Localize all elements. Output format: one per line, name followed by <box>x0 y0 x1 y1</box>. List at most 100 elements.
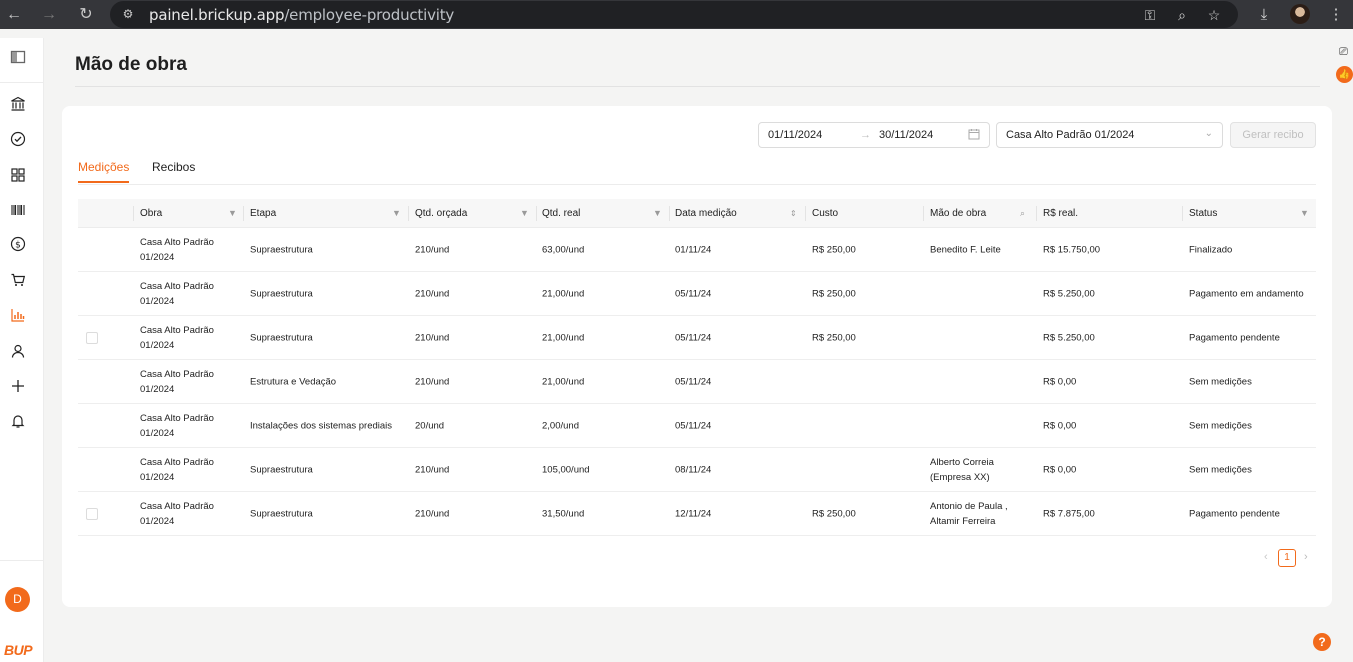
cell-rs-real: R$ 15.750,00 <box>1043 244 1101 255</box>
address-bar[interactable]: ⚙ painel.brickup.app/employee-productivi… <box>110 1 1238 28</box>
row-checkbox[interactable] <box>86 332 98 344</box>
help-icon[interactable]: ? <box>1313 633 1331 651</box>
filter-icon[interactable]: ▼ <box>228 199 238 228</box>
measurements-table: Obra ▼ Etapa ▼ Qtd. orçada ▼ Qtd. real ▼… <box>78 199 1316 536</box>
user-avatar[interactable]: D <box>5 587 30 612</box>
table-header: Obra ▼ Etapa ▼ Qtd. orçada ▼ Qtd. real ▼… <box>78 199 1316 228</box>
pagination: ‹ 1 › <box>1262 549 1322 567</box>
thumbs-up-icon[interactable]: 👍 <box>1336 66 1353 83</box>
reload-icon[interactable]: ↻ <box>75 4 97 26</box>
user-icon[interactable] <box>10 343 26 359</box>
bank-icon[interactable] <box>10 96 26 112</box>
cell-mao-de-obra: Antonio de Paula , Altamir Ferreira <box>930 500 1008 527</box>
date-range-picker[interactable]: 01/11/2024 → 30/11/2024 <box>758 122 990 148</box>
cell-obra: Casa Alto Padrão 01/2024 <box>140 456 214 483</box>
th-etapa[interactable]: Etapa <box>250 199 276 228</box>
filter-icon[interactable]: ▼ <box>392 199 402 228</box>
cell-rs-real: R$ 0,00 <box>1043 464 1077 475</box>
calendar-icon[interactable] <box>968 128 980 140</box>
table-row[interactable]: Casa Alto Padrão 01/2024 Supraestrutura 2… <box>78 316 1316 360</box>
obra-select[interactable]: Casa Alto Padrão 01/2024 ⌄ <box>996 122 1223 148</box>
profile-avatar[interactable] <box>1290 4 1310 24</box>
chevron-left-icon[interactable]: ‹ <box>1264 551 1268 563</box>
back-icon[interactable]: ← <box>3 4 25 26</box>
cell-qtd-orcada: 210/und <box>415 332 450 343</box>
sidebar-divider <box>0 82 44 83</box>
download-icon[interactable]: ⤓ <box>1253 4 1275 26</box>
barcode-icon[interactable] <box>10 202 26 218</box>
cell-data: 05/11/24 <box>675 376 712 387</box>
table-row[interactable]: Casa Alto Padrão 01/2024 Supraestrutura 2… <box>78 448 1316 492</box>
table-row[interactable]: Casa Alto Padrão 01/2024 Supraestrutura 2… <box>78 492 1316 536</box>
check-circle-icon[interactable] <box>10 131 26 147</box>
cell-status: Pagamento pendente <box>1189 508 1280 519</box>
tab-medicoes[interactable]: Medições <box>78 160 130 183</box>
search-icon[interactable]: ⌕ <box>1020 199 1030 228</box>
cell-status: Pagamento em andamento <box>1189 288 1304 299</box>
column-separator <box>1036 206 1037 221</box>
menu-kebab-icon[interactable]: ⋮ <box>1325 4 1347 26</box>
page-button-current[interactable]: 1 <box>1278 549 1296 567</box>
bell-icon[interactable] <box>10 413 26 429</box>
cell-qtd-orcada: 210/und <box>415 244 450 255</box>
date-end-input[interactable]: 30/11/2024 <box>879 129 933 141</box>
zoom-icon[interactable]: ⌕ <box>1173 6 1191 24</box>
th-status[interactable]: Status <box>1189 199 1217 228</box>
cell-data: 08/11/24 <box>675 464 712 475</box>
sort-icon[interactable]: ⇕ <box>790 199 800 228</box>
cell-mao-de-obra: Alberto Correia (Empresa XX) <box>930 456 994 483</box>
cell-qtd-real: 105,00/und <box>542 464 590 475</box>
th-rs-real[interactable]: R$ real. <box>1043 199 1078 228</box>
th-qtd-real[interactable]: Qtd. real <box>542 199 580 228</box>
cell-obra: Casa Alto Padrão 01/2024 <box>140 368 214 395</box>
row-checkbox[interactable] <box>86 508 98 520</box>
th-obra[interactable]: Obra <box>140 199 162 228</box>
column-separator <box>669 206 670 221</box>
cell-status: Sem medições <box>1189 464 1252 475</box>
grid-icon[interactable] <box>10 167 26 183</box>
cell-status: Finalizado <box>1189 244 1233 255</box>
filter-icon[interactable]: ▼ <box>1300 199 1310 228</box>
cart-icon[interactable] <box>10 272 26 288</box>
table-row[interactable]: Casa Alto Padrão 01/2024 Estrutura e Veda… <box>78 360 1316 404</box>
key-icon[interactable]: ⚿ <box>1141 6 1159 24</box>
cell-etapa: Estrutura e Vedação <box>250 376 337 387</box>
cell-obra: Casa Alto Padrão 01/2024 <box>140 324 214 351</box>
svg-text:$: $ <box>15 240 21 250</box>
column-separator <box>923 206 924 221</box>
table-row[interactable]: Casa Alto Padrão 01/2024 Instalações dos … <box>78 404 1316 448</box>
filter-icon[interactable]: ▼ <box>520 199 530 228</box>
brand-logo[interactable]: BUP <box>4 642 33 658</box>
cell-qtd-real: 63,00/und <box>542 244 585 255</box>
bar-chart-icon[interactable] <box>10 307 26 323</box>
cell-etapa: Supraestrutura <box>250 288 313 299</box>
column-separator <box>805 206 806 221</box>
table-row[interactable]: Casa Alto Padrão 01/2024 Supraestrutura 2… <box>78 228 1316 272</box>
generate-receipt-button[interactable]: Gerar recibo <box>1230 122 1316 148</box>
th-data-medicao[interactable]: Data medição <box>675 199 737 228</box>
date-start-input[interactable]: 01/11/2024 <box>768 129 822 141</box>
cell-rs-real: R$ 5.250,00 <box>1043 332 1095 343</box>
site-settings-icon[interactable]: ⚙ <box>120 6 136 22</box>
table-row[interactable]: Casa Alto Padrão 01/2024 Supraestrutura 2… <box>78 272 1316 316</box>
cell-qtd-real: 21,00/und <box>542 332 585 343</box>
plus-icon[interactable] <box>10 378 26 394</box>
dollar-icon[interactable]: $ <box>10 236 26 252</box>
cell-qtd-orcada: 210/und <box>415 288 450 299</box>
tab-recibos[interactable]: Recibos <box>152 160 195 180</box>
bookmark-star-icon[interactable]: ☆ <box>1205 6 1223 24</box>
th-custo[interactable]: Custo <box>812 199 838 228</box>
cell-etapa: Supraestrutura <box>250 332 313 343</box>
column-separator <box>536 206 537 221</box>
th-qtd-orcada[interactable]: Qtd. orçada <box>415 199 467 228</box>
column-separator <box>1182 206 1183 221</box>
forward-icon[interactable]: → <box>38 4 60 26</box>
cell-etapa: Supraestrutura <box>250 464 313 475</box>
chevron-right-icon[interactable]: › <box>1304 551 1308 563</box>
feedback-icon[interactable]: ⎚ <box>1339 46 1351 58</box>
th-mao-de-obra[interactable]: Mão de obra <box>930 199 986 228</box>
sidebar-toggle-icon[interactable] <box>10 49 26 65</box>
cell-data: 05/11/24 <box>675 420 712 431</box>
url-text: painel.brickup.app/employee-productivity <box>149 6 455 24</box>
filter-icon[interactable]: ▼ <box>653 199 663 228</box>
